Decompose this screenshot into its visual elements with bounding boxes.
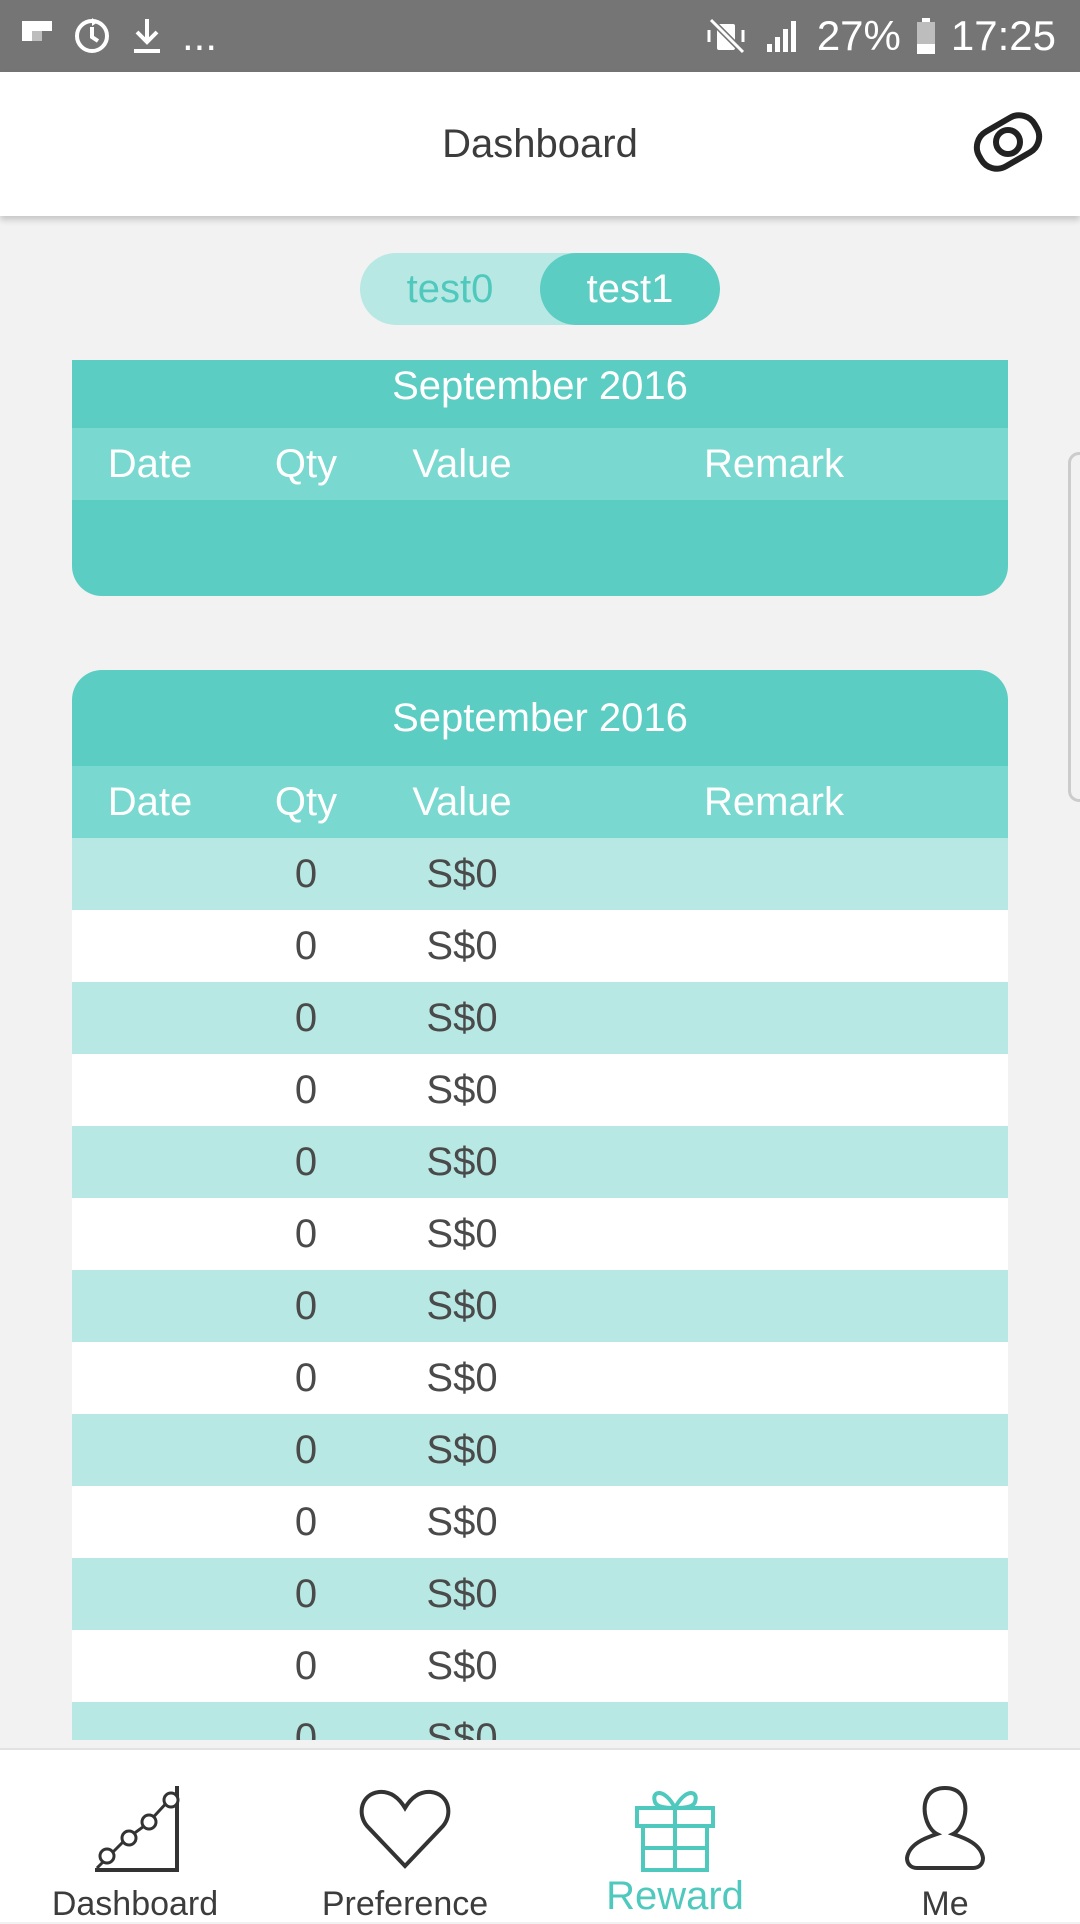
signal-icon <box>763 16 803 56</box>
cell-value: S$0 <box>426 996 498 1040</box>
cell-qty: 0 <box>294 1284 318 1328</box>
table-row: 0 S$0 <box>72 1702 1008 1740</box>
cell-qty: 0 <box>294 1716 318 1740</box>
column-remark: Remark <box>703 780 845 824</box>
column-date: Date <box>107 442 193 486</box>
column-date: Date <box>107 780 193 824</box>
table-row: 0 S$0 <box>72 1342 1008 1414</box>
month-card: September 2016 Date Qty Value Remark <box>72 360 1008 596</box>
cell-qty: 0 <box>294 1212 318 1256</box>
table-row: 0 S$0 <box>72 1270 1008 1342</box>
status-system: 27% 17:25 <box>705 0 1056 72</box>
cell-value: S$0 <box>426 852 498 896</box>
status-more: ... <box>182 12 218 59</box>
battery-icon <box>915 16 937 56</box>
cell-value: S$0 <box>426 1572 498 1616</box>
table-row: 0 S$0 <box>72 838 1008 910</box>
cell-qty: 0 <box>294 1500 318 1544</box>
vibrate-mute-icon <box>705 16 749 56</box>
cell-qty: 0 <box>294 1644 318 1688</box>
gift-icon <box>540 1778 810 1878</box>
person-icon <box>810 1778 1080 1878</box>
nav-label: Dashboard <box>51 1885 219 1923</box>
table-row: 0 S$0 <box>72 1054 1008 1126</box>
clock: 17:25 <box>950 12 1056 59</box>
nav-label: Preference <box>321 1885 489 1923</box>
table-row: 0 S$0 <box>72 982 1008 1054</box>
reward-list[interactable]: September 2016 Date Qty Value Remark Sep… <box>0 216 1080 1740</box>
nav-label: Reward <box>606 1874 744 1918</box>
nav-item-preference[interactable]: Preference <box>270 1750 540 1923</box>
column-remark: Remark <box>703 442 845 486</box>
cell-value: S$0 <box>426 924 498 968</box>
column-qty: Qty <box>274 442 338 486</box>
nav-item-dashboard[interactable]: Dashboard <box>0 1750 270 1923</box>
cell-value: S$0 <box>426 1716 498 1740</box>
bottom-nav: Dashboard Preference Reward Me <box>0 1748 1080 1923</box>
cell-value: S$0 <box>426 1356 498 1400</box>
sync-icon <box>72 16 112 56</box>
card-title: September 2016 <box>392 364 688 408</box>
column-qty: Qty <box>274 780 338 824</box>
table-row: 0 S$0 <box>72 1558 1008 1630</box>
cell-value: S$0 <box>426 1644 498 1688</box>
cell-value: S$0 <box>426 1284 498 1328</box>
cell-value: S$0 <box>426 1428 498 1472</box>
cell-qty: 0 <box>294 1140 318 1184</box>
nav-item-me[interactable]: Me <box>810 1750 1080 1923</box>
table-row: 0 S$0 <box>72 1126 1008 1198</box>
cell-qty: 0 <box>294 924 318 968</box>
flipboard-icon <box>20 19 54 53</box>
cell-qty: 0 <box>294 1572 318 1616</box>
scroll-indicator <box>1068 452 1080 802</box>
month-card: September 2016 Date Qty Value Remark 0 S… <box>72 670 1008 1740</box>
table-row: 0 S$0 <box>72 1198 1008 1270</box>
column-header-row: Date Qty Value Remark <box>72 428 1008 500</box>
nav-item-reward[interactable]: Reward <box>540 1750 810 1922</box>
column-value: Value <box>412 442 512 486</box>
app-header: Dashboard <box>0 72 1080 216</box>
page-title: Dashboard <box>442 122 638 166</box>
column-value: Value <box>412 780 512 824</box>
table-row: 0 S$0 <box>72 1630 1008 1702</box>
settings-icon <box>968 102 1048 187</box>
cell-value: S$0 <box>426 1500 498 1544</box>
cell-value: S$0 <box>426 1212 498 1256</box>
download-icon <box>130 16 164 56</box>
status-bar: ... 27% 17:25 <box>0 0 1080 72</box>
cell-qty: 0 <box>294 852 318 896</box>
cell-qty: 0 <box>294 1068 318 1112</box>
settings-button[interactable] <box>966 102 1050 186</box>
table-row: 0 S$0 <box>72 1486 1008 1558</box>
cell-qty: 0 <box>294 1428 318 1472</box>
cell-qty: 0 <box>294 996 318 1040</box>
heart-icon <box>270 1778 540 1878</box>
nav-label: Me <box>921 1885 969 1923</box>
card-title: September 2016 <box>392 696 688 740</box>
status-notifications: ... <box>20 0 217 72</box>
battery-percent: 27% <box>816 12 901 59</box>
cell-value: S$0 <box>426 1140 498 1184</box>
column-header-row: Date Qty Value Remark <box>72 766 1008 838</box>
growth-chart-icon <box>0 1778 270 1878</box>
table-row: 0 S$0 <box>72 1414 1008 1486</box>
cell-qty: 0 <box>294 1356 318 1400</box>
table-row: 0 S$0 <box>72 910 1008 982</box>
cell-value: S$0 <box>426 1068 498 1112</box>
